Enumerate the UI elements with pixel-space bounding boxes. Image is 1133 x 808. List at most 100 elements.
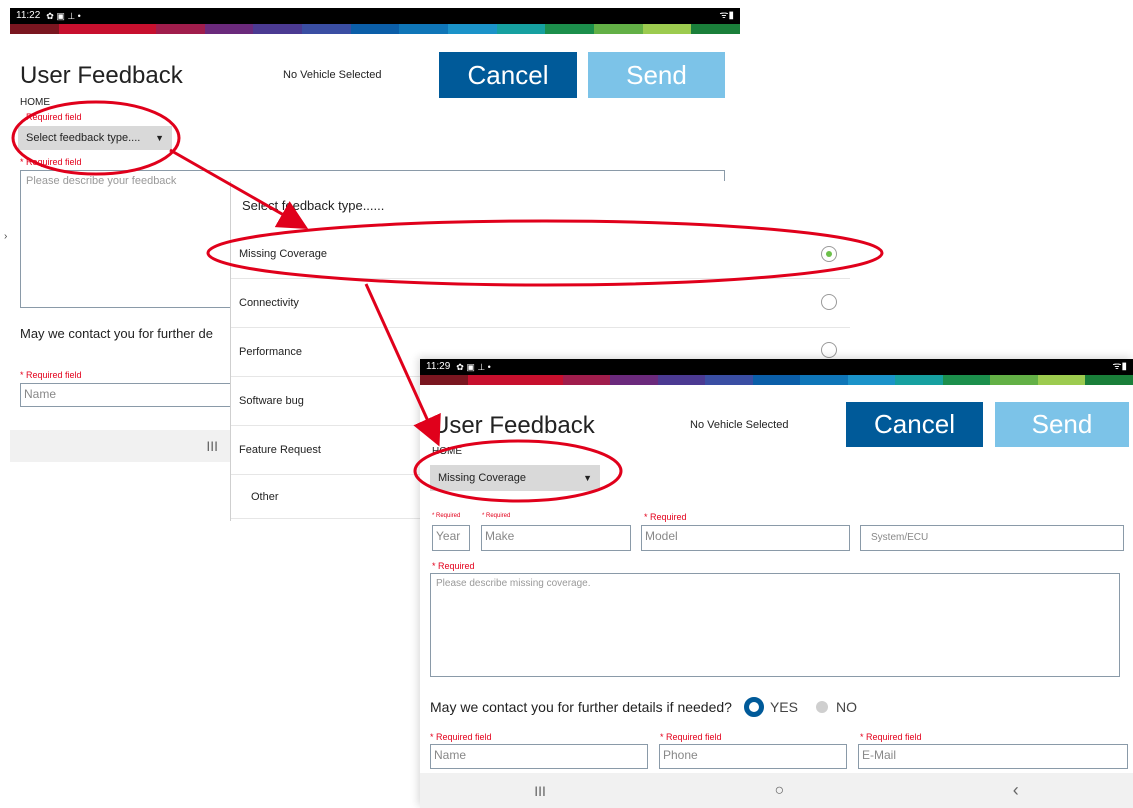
option-label: Connectivity [239,297,299,309]
strip-segment [420,375,468,385]
strip-segment [705,375,753,385]
page-title: User Feedback [432,412,595,439]
cancel-button[interactable]: Cancel [846,402,983,447]
popup-title: Select feedback type...... [242,198,385,213]
status-time: 11:22 [16,10,41,21]
vehicle-status: No Vehicle Selected [690,419,789,431]
name-input[interactable]: Name [20,383,235,407]
recent-apps-icon[interactable]: III [206,438,218,454]
required-label: * Required [644,512,687,522]
contact-question: May we contact you for further de [20,326,213,341]
model-input[interactable]: Model [641,525,850,551]
required-label: Required field [26,112,82,122]
feedback-type-value: Missing Coverage [438,472,527,484]
option-label: Other [251,490,279,503]
back-icon[interactable]: ‹ [1013,780,1019,801]
strip-segment [657,375,706,385]
required-label: * Required field [20,370,82,380]
required-label: * Required [482,513,511,519]
send-button[interactable]: Send [995,402,1129,447]
feedback-type-placeholder: Select feedback type.... [26,132,141,144]
strip-segment [107,24,157,34]
strip-segment [448,24,497,34]
option-connectivity[interactable]: Connectivity [231,279,850,328]
strip-segment [496,24,546,34]
strip-segment [302,24,351,34]
strip-segment [156,24,205,34]
required-label: * Required [432,513,461,519]
strip-segment [895,375,943,385]
option-label: Performance [239,346,302,358]
email-input[interactable]: E-Mail [858,744,1128,769]
option-label: Missing Coverage [239,248,328,260]
page-title: User Feedback [20,62,183,89]
screen-after-selection: 11:29 ✿ ▣ ⊥ • ᯤ▮ User Feedback No Vehicl… [420,359,1133,808]
contact-preference: May we contact you for further details i… [430,697,857,717]
breadcrumb-home[interactable]: HOME [432,446,462,457]
strip-segment [562,375,611,385]
strip-segment [253,24,303,34]
breadcrumb-home[interactable]: HOME [20,97,50,108]
strip-segment [350,24,400,34]
option-missing-coverage[interactable]: Missing Coverage [231,230,850,279]
strip-segment [399,24,449,34]
side-handle-icon[interactable]: › [4,231,7,242]
radio-icon[interactable] [821,294,837,310]
strip-segment [642,24,692,34]
status-icons: ✿ ▣ ⊥ • [46,10,81,21]
strip-segment [1037,375,1086,385]
feedback-type-select[interactable]: Select feedback type.... ▼ [18,126,172,150]
brand-color-strip [10,24,741,34]
required-label: * Required field [20,157,82,167]
recent-apps-icon[interactable]: III [534,783,546,799]
cancel-button[interactable]: Cancel [439,52,577,98]
status-bar: 11:22 ✿ ▣ ⊥ • ᯤ▮ [10,8,740,24]
strip-segment [58,24,108,34]
year-input[interactable]: Year [432,525,470,551]
missing-coverage-description-input[interactable]: Please describe missing coverage. [430,573,1120,677]
vehicle-status: No Vehicle Selected [283,69,382,81]
radio-no-icon[interactable] [815,701,828,713]
feedback-type-select[interactable]: Missing Coverage ▼ [430,465,600,491]
strip-segment [691,24,741,34]
status-time: 11:29 [426,361,451,372]
home-icon[interactable]: ○ [774,782,784,800]
phone-input[interactable]: Phone [659,744,847,769]
strip-segment [515,375,563,385]
strip-segment [545,24,595,34]
status-bar: 11:29 ✿ ▣ ⊥ • ᯤ▮ [420,359,1133,375]
brand-color-strip [420,375,1133,385]
strip-segment [847,375,896,385]
strip-segment [610,375,658,385]
name-input[interactable]: Name [430,744,648,769]
strip-segment [1085,375,1133,385]
required-label: * Required field [860,732,922,742]
strip-segment [594,24,643,34]
radio-selected-icon[interactable] [821,246,837,262]
no-label: NO [835,699,857,715]
strip-segment [204,24,254,34]
nav-bar: III ○ ‹ [420,773,1133,808]
strip-segment [752,375,801,385]
caret-down-icon: ▼ [583,473,592,483]
radio-icon[interactable] [821,342,837,358]
wifi-battery-icon: ᯤ▮ [1112,361,1127,372]
strip-segment [10,24,59,34]
strip-segment [800,375,848,385]
wifi-battery-icon: ᯤ▮ [719,10,734,21]
contact-question: May we contact you for further details i… [430,699,732,715]
strip-segment [467,375,516,385]
nav-bar: III [10,430,232,462]
option-label: Feature Request [239,444,321,456]
radio-yes-selected-icon[interactable] [743,697,764,717]
send-button[interactable]: Send [588,52,725,98]
option-label: Software bug [239,395,304,407]
system-ecu-input[interactable]: System/ECU [860,525,1124,551]
required-label: * Required [432,561,475,571]
yes-label: YES [769,699,798,715]
caret-down-icon: ▼ [155,133,164,143]
make-input[interactable]: Make [481,525,631,551]
strip-segment [990,375,1038,385]
required-label: * Required field [660,732,722,742]
strip-segment [942,375,991,385]
